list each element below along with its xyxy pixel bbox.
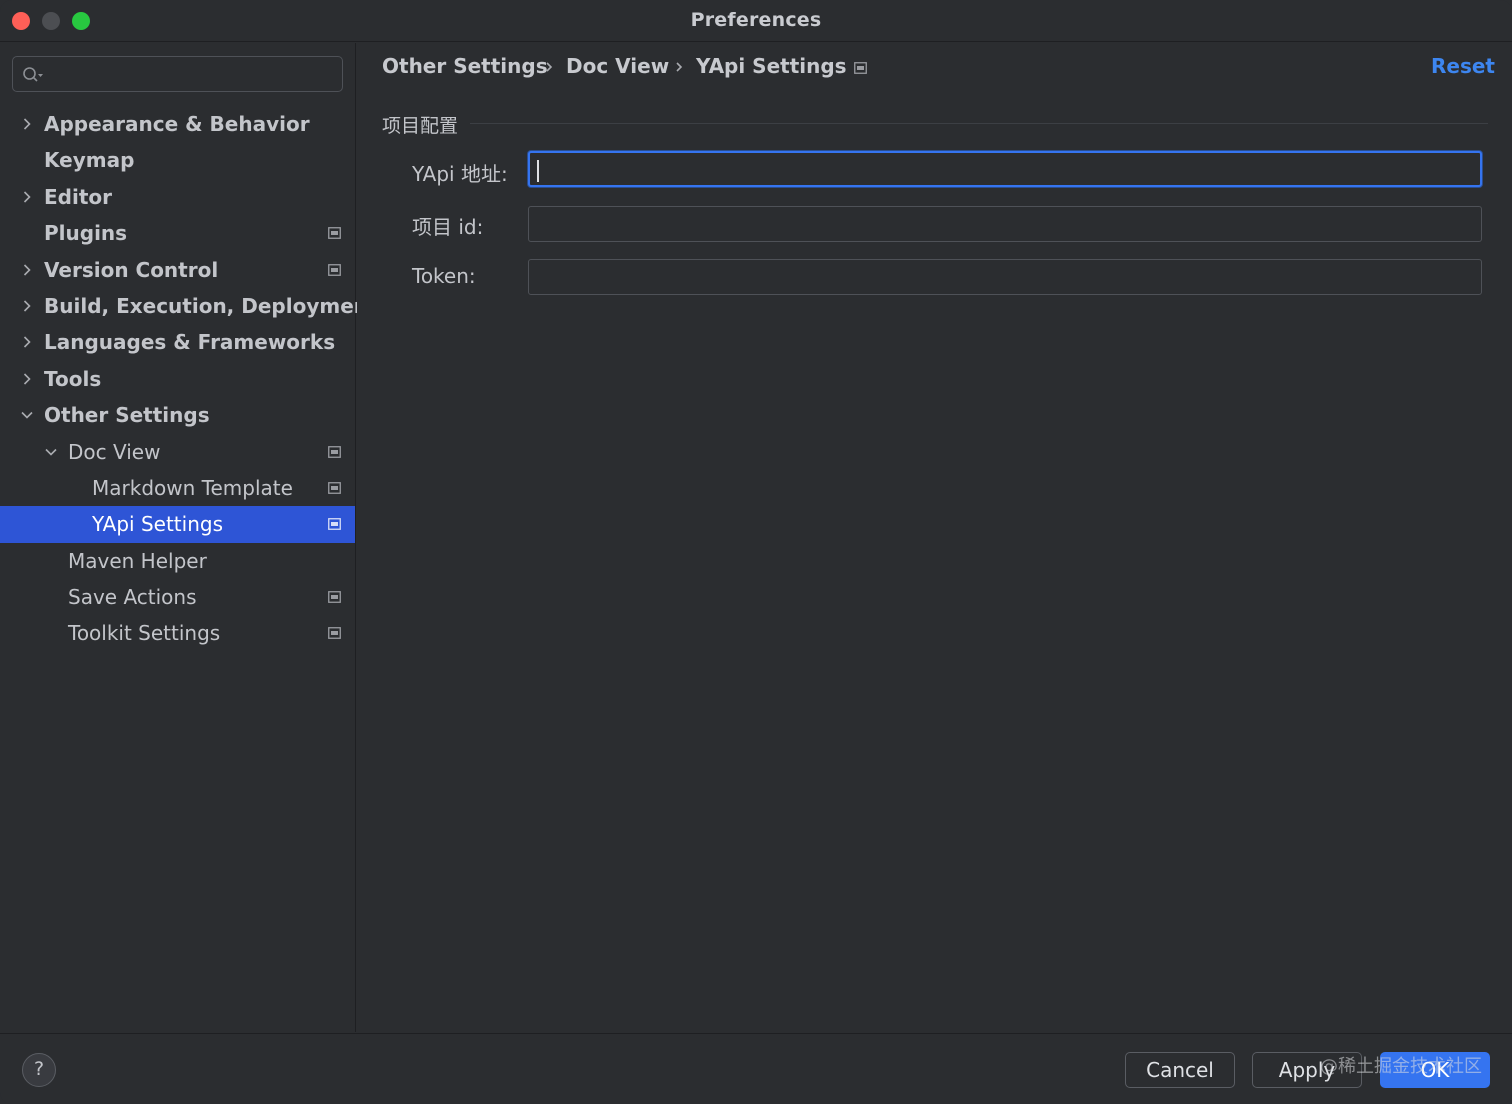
- chevron-down-icon[interactable]: [20, 408, 34, 422]
- apply-button[interactable]: Apply: [1252, 1052, 1362, 1088]
- help-button[interactable]: ?: [22, 1053, 56, 1087]
- breadcrumb-item-other-settings[interactable]: Other Settings: [382, 54, 548, 78]
- reset-link[interactable]: Reset: [1431, 54, 1495, 78]
- project-id-label: 项目 id:: [412, 215, 484, 239]
- project-level-icon: [328, 627, 341, 640]
- cancel-button[interactable]: Cancel: [1125, 1052, 1235, 1088]
- sidebar-item-languages-frameworks[interactable]: Languages & Frameworks: [0, 324, 355, 360]
- sidebar-item-label: Toolkit Settings: [68, 621, 221, 646]
- settings-search-box[interactable]: [12, 56, 343, 93]
- sidebar-item-save-actions[interactable]: Save Actions: [0, 579, 355, 615]
- sidebar-item-tools[interactable]: Tools: [0, 361, 355, 397]
- settings-search-input[interactable]: [53, 57, 337, 93]
- sidebar-item-label: Editor: [44, 184, 112, 209]
- chevron-right-icon[interactable]: [20, 372, 34, 386]
- dialog-footer: ? Cancel Apply OK: [0, 1033, 1512, 1104]
- sidebar-item-label: Plugins: [44, 221, 128, 246]
- token-input[interactable]: [528, 259, 1482, 295]
- breadcrumb-item-yapi-settings: YApi Settings: [696, 54, 847, 78]
- sidebar-item-version-control[interactable]: Version Control: [0, 252, 355, 288]
- preferences-window: Preferences Appearance & Behavior Keymap E…: [0, 0, 1512, 1104]
- sidebar-item-label: Maven Helper: [68, 548, 207, 573]
- sidebar-item-editor[interactable]: Editor: [0, 179, 355, 215]
- project-level-icon: [328, 482, 341, 494]
- sidebar-item-plugins[interactable]: Plugins: [0, 215, 355, 251]
- project-level-icon: [854, 62, 867, 74]
- chevron-right-icon: [546, 62, 553, 72]
- sidebar-item-toolkit-settings[interactable]: Toolkit Settings: [0, 615, 355, 651]
- title-bar: Preferences: [0, 0, 1512, 42]
- token-label: Token:: [412, 264, 476, 288]
- sidebar-item-label: Version Control: [44, 257, 219, 282]
- window-title: Preferences: [690, 9, 822, 31]
- project-level-icon: [328, 263, 341, 276]
- search-icon: [23, 67, 43, 82]
- chevron-right-icon: [676, 62, 683, 72]
- sidebar-item-yapi-settings[interactable]: YApi Settings: [0, 506, 355, 543]
- chevron-right-icon[interactable]: [20, 190, 34, 204]
- project-level-icon: [328, 227, 341, 240]
- sidebar-item-maven-helper[interactable]: Maven Helper: [0, 543, 355, 579]
- sidebar-item-other-settings[interactable]: Other Settings: [0, 397, 355, 433]
- group-separator: [470, 123, 1488, 124]
- sidebar-item-markdown-template[interactable]: Markdown Template: [0, 470, 355, 506]
- sidebar-item-keymap[interactable]: Keymap: [0, 142, 355, 178]
- chevron-right-icon[interactable]: [20, 299, 34, 313]
- text-caret: [537, 160, 539, 182]
- project-level-icon: [328, 518, 341, 531]
- project-level-icon: [328, 591, 341, 603]
- sidebar-item-doc-view[interactable]: Doc View: [0, 434, 355, 470]
- chevron-right-icon[interactable]: [20, 263, 34, 277]
- breadcrumb-item-doc-view[interactable]: Doc View: [566, 54, 669, 78]
- chevron-right-icon[interactable]: [20, 335, 34, 349]
- sidebar-item-label: Doc View: [68, 439, 161, 464]
- settings-tree: Appearance & Behavior Keymap Editor Plugins…: [0, 106, 378, 652]
- settings-content-panel: Other Settings Doc View YApi Settings Re…: [357, 43, 1512, 1032]
- sidebar-item-label: Languages & Frameworks: [44, 330, 336, 355]
- sidebar-item-label: Tools: [44, 366, 102, 391]
- yapi-address-input[interactable]: [528, 151, 1482, 187]
- yapi-address-label: YApi 地址:: [412, 162, 508, 186]
- sidebar-item-label: Markdown Template: [92, 475, 293, 500]
- group-title: 项目配置: [382, 115, 459, 137]
- settings-sidebar: Appearance & Behavior Keymap Editor Plugins…: [0, 43, 378, 1032]
- chevron-right-icon[interactable]: [20, 117, 34, 131]
- ok-button[interactable]: OK: [1380, 1052, 1490, 1088]
- sidebar-item-label: Save Actions: [68, 585, 197, 610]
- chevron-down-icon[interactable]: [44, 445, 58, 459]
- sidebar-item-appearance-behavior[interactable]: Appearance & Behavior: [0, 106, 355, 142]
- sidebar-item-label: Other Settings: [44, 403, 210, 428]
- project-id-input[interactable]: [528, 206, 1482, 242]
- project-level-icon: [328, 445, 341, 458]
- sidebar-item-build-execution-deployment[interactable]: Build, Execution, Deployment: [0, 288, 378, 324]
- sidebar-item-label: Appearance & Behavior: [44, 112, 310, 136]
- sidebar-item-label: Keymap: [44, 148, 135, 173]
- sidebar-item-label: Build, Execution, Deployment: [44, 293, 378, 318]
- sidebar-item-label: YApi Settings: [92, 512, 223, 537]
